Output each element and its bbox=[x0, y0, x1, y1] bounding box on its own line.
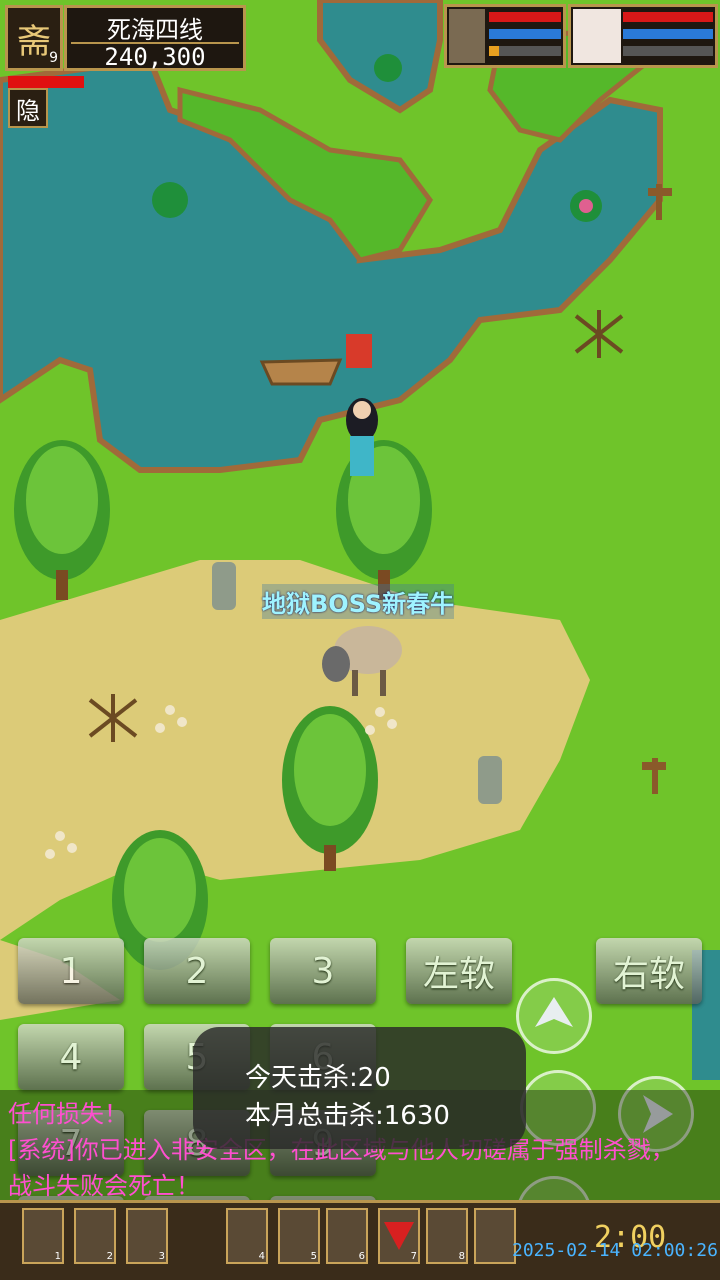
skill-slot[interactable]: 6 bbox=[326, 1208, 368, 1264]
kill-count-toast: 今天击杀:20 本月总击杀:1630 bbox=[193, 1027, 526, 1149]
chat-line: 战斗失败会死亡！ bbox=[8, 1172, 200, 1200]
stone-pillar bbox=[478, 756, 502, 804]
flag-slot[interactable]: 7 bbox=[378, 1208, 420, 1264]
lily-pad bbox=[152, 182, 188, 218]
left-soft-key[interactable]: 左软 bbox=[406, 938, 512, 1004]
key-1[interactable]: 1 bbox=[18, 938, 124, 1004]
potion-slot[interactable]: 3 bbox=[126, 1208, 168, 1264]
player-mp-bar bbox=[623, 29, 713, 39]
player-hp-bar bbox=[623, 12, 713, 22]
pet-mp-bar bbox=[489, 29, 561, 39]
level-badge: 9 bbox=[49, 50, 58, 66]
pet-exp-bar bbox=[489, 46, 561, 56]
skill-slot[interactable] bbox=[474, 1208, 516, 1264]
player-status-panel[interactable] bbox=[568, 4, 718, 68]
arrow-up-icon bbox=[535, 997, 573, 1027]
map-coordinates: 240,300 bbox=[71, 42, 239, 70]
hide-button[interactable]: 隐 bbox=[8, 88, 48, 128]
pet-hp-bar bbox=[489, 12, 561, 22]
key-4[interactable]: 4 bbox=[18, 1024, 124, 1090]
month-kills: 本月总击杀:1630 bbox=[245, 1101, 450, 1131]
emblem-glyph: 斋 bbox=[17, 21, 51, 62]
skill-slot[interactable]: 5 bbox=[278, 1208, 320, 1264]
player-portrait bbox=[573, 9, 621, 63]
chat-line: 任何损失！ bbox=[8, 1100, 128, 1128]
key-2[interactable]: 2 bbox=[144, 938, 250, 1004]
map-name: 死海四线 bbox=[107, 16, 203, 44]
pet-portrait bbox=[449, 9, 485, 63]
skill-slot[interactable]: 1 bbox=[22, 1208, 64, 1264]
faction-emblem[interactable]: 斋 9 bbox=[5, 5, 63, 71]
player-exp-bar bbox=[623, 46, 713, 56]
pet-status-panel[interactable] bbox=[444, 4, 566, 68]
stone-pillar bbox=[212, 562, 236, 610]
key-3[interactable]: 3 bbox=[270, 938, 376, 1004]
lily-pad bbox=[374, 54, 402, 82]
today-kills: 今天击杀:20 bbox=[245, 1063, 391, 1093]
skill-slot[interactable]: 4 bbox=[226, 1208, 268, 1264]
screenshot-timestamp: 2025-02-14 02:00:26 bbox=[512, 1240, 718, 1261]
boat bbox=[259, 358, 343, 386]
target-hp-bar bbox=[8, 76, 84, 88]
dpad-up[interactable] bbox=[516, 978, 592, 1054]
map-info-panel: 死海四线 240,300 bbox=[64, 5, 246, 71]
npc-name-label[interactable]: 地狱BOSS新春牛 bbox=[262, 584, 455, 619]
chat-slot[interactable]: 2 bbox=[74, 1208, 116, 1264]
skill-slot[interactable]: 8 bbox=[426, 1208, 468, 1264]
right-soft-key[interactable]: 右软 bbox=[596, 938, 702, 1004]
